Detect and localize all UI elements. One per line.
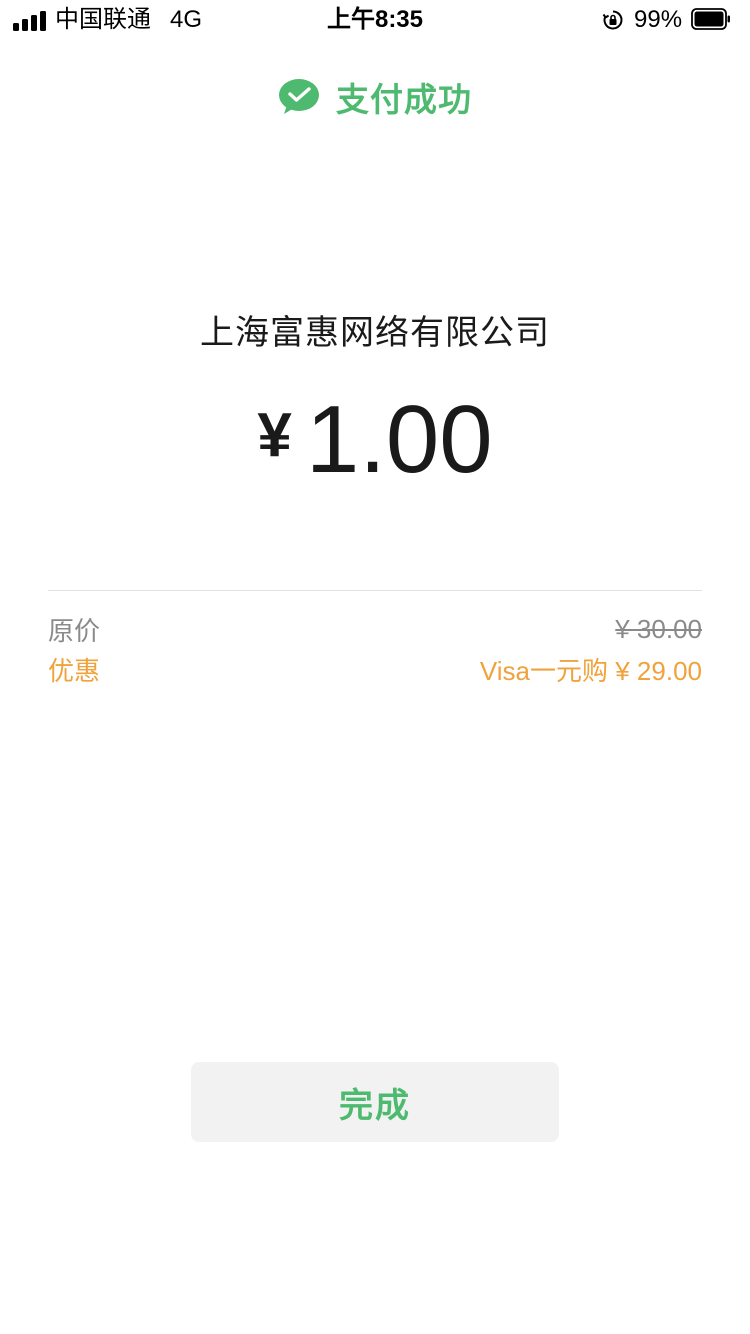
divider [48, 590, 702, 591]
merchant-name: 上海富惠网络有限公司 [200, 314, 550, 352]
page-title: 支付成功 [336, 81, 472, 118]
payment-success-screen: 中国联通 4G 上午8:35 99% 支付成功 上海富惠网络有限公司 ¥1.00 [0, 0, 750, 1334]
currency-symbol: ¥ [257, 401, 292, 470]
original-price-row: 原价 ¥ 30.00 [48, 611, 702, 647]
battery-percent: 99% [634, 6, 683, 33]
orientation-lock-icon [602, 10, 623, 30]
done-button[interactable]: 完成 [191, 1062, 559, 1142]
original-price-label: 原价 [48, 615, 101, 646]
discount-row: 优惠 Visa一元购 ¥ 29.00 [48, 651, 702, 687]
status-bar: 中国联通 4G 上午8:35 99% [0, 0, 750, 40]
amount-value: 1.00 [305, 386, 493, 493]
original-price-value: ¥ 30.00 [615, 613, 702, 644]
discount-label: 优惠 [48, 655, 101, 686]
discount-value: Visa一元购 ¥ 29.00 [479, 655, 702, 686]
success-header: 支付成功 [0, 74, 750, 120]
battery-icon [691, 8, 730, 30]
paid-amount: ¥1.00 [0, 390, 750, 518]
wechat-pay-icon [279, 79, 319, 114]
